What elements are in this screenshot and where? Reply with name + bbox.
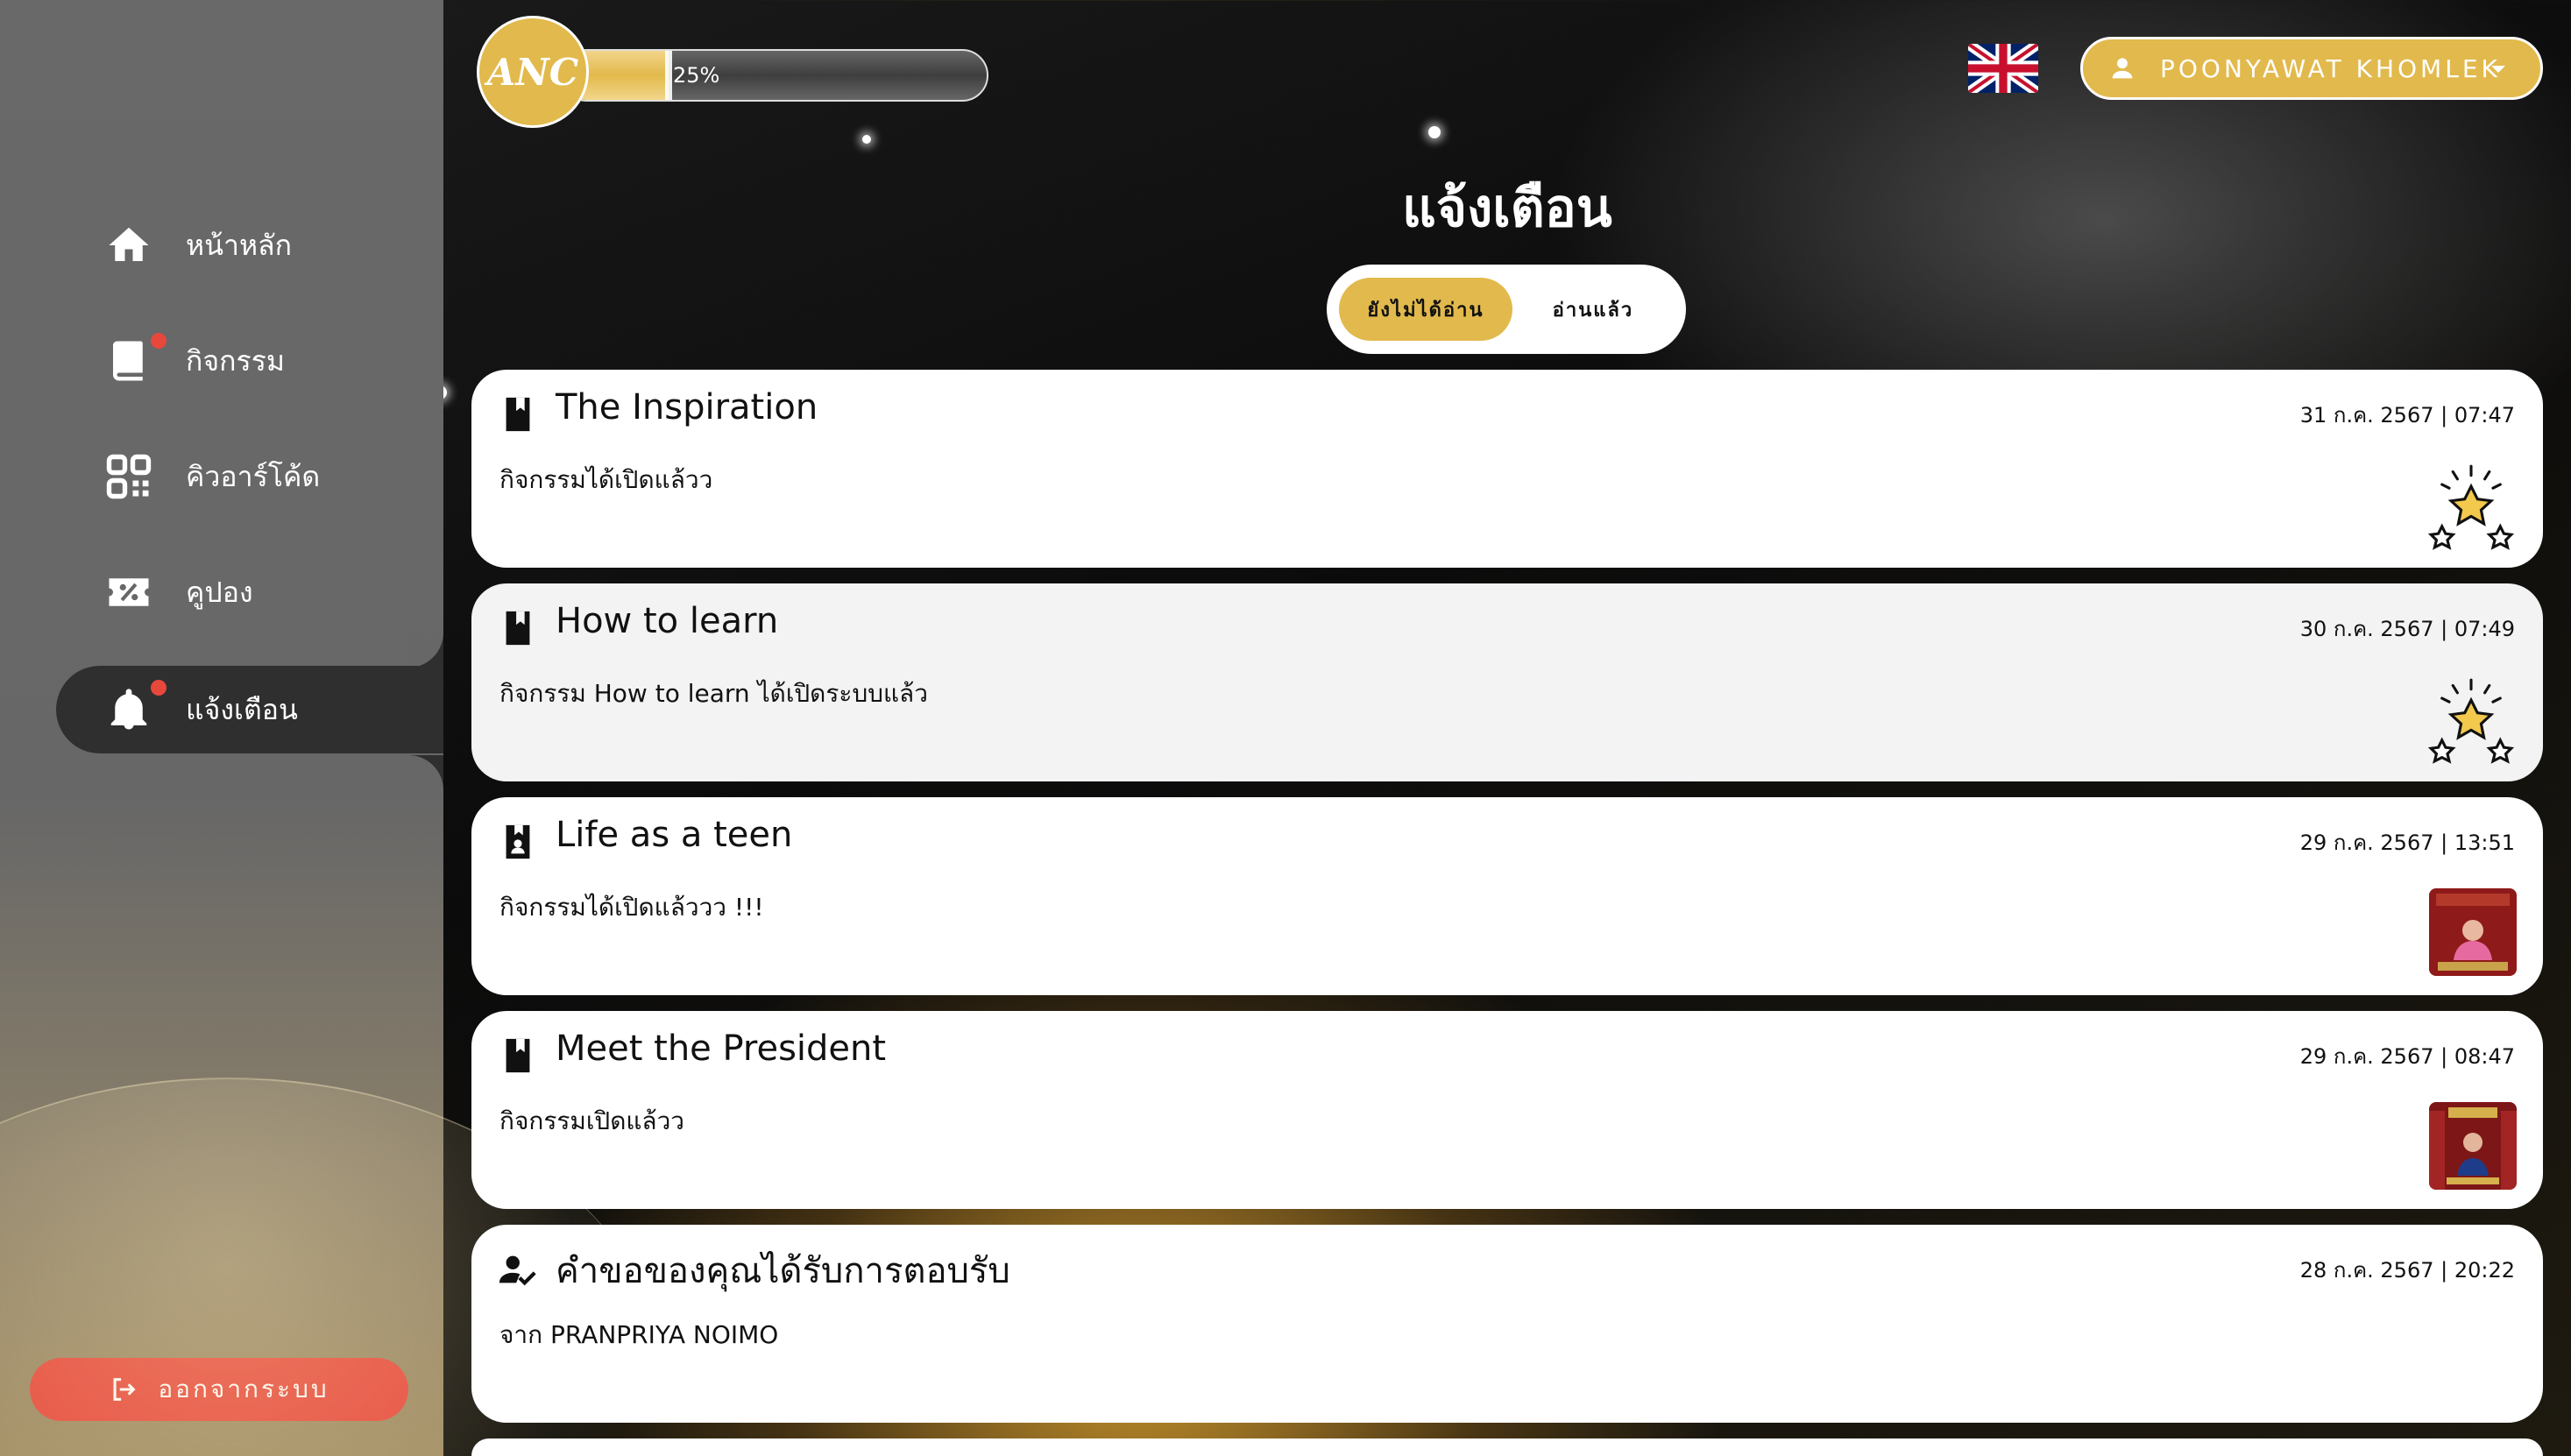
logout-label: ออกจากระบบ	[158, 1375, 329, 1403]
progress-label: 25%	[673, 63, 720, 88]
notification-card[interactable]: คำขอของคุณได้รับการตอบรับ 28 ก.ค. 2567 |…	[471, 1225, 2543, 1423]
page-title: แจ้งเตือน	[1402, 178, 1612, 239]
chevron-down-icon	[2491, 66, 2505, 73]
bookmark-icon	[506, 397, 530, 432]
notification-card[interactable]	[471, 1438, 2543, 1456]
sidebar-item-label: คิวอาร์โค้ด	[186, 459, 321, 493]
notification-date: 31 ก.ค. 2567 | 07:47	[2299, 403, 2515, 428]
contact-book-icon	[506, 824, 530, 859]
bookmark-icon	[506, 611, 530, 646]
coupon-icon	[109, 578, 149, 606]
app-logo[interactable]: ANC	[477, 16, 589, 128]
sparkle	[862, 135, 871, 144]
user-menu-button[interactable]: POONYAWAT KHOMLEK	[2080, 37, 2543, 100]
notification-message: จาก PRANPRIYA NOIMO	[499, 1320, 779, 1349]
notification-card[interactable]: The Inspiration 31 ก.ค. 2567 | 07:47 กิจ…	[471, 370, 2543, 568]
stars-icon	[2427, 678, 2515, 764]
event-photo	[2429, 888, 2517, 976]
notification-title: How to learn	[556, 601, 779, 641]
sidebar-item-qr-code[interactable]: คิวอาร์โค้ด	[0, 433, 443, 520]
notification-title: The Inspiration	[556, 387, 818, 428]
notification-card[interactable]: How to learn 30 ก.ค. 2567 | 07:49 กิจกรร…	[471, 583, 2543, 781]
sidebar-item-coupons[interactable]: คูปอง	[0, 548, 443, 636]
read-status-tabs: ยังไม่ได้อ่าน อ่านแล้ว	[1327, 265, 1686, 354]
sidebar-item-activities[interactable]: กิจกรรม	[0, 317, 443, 405]
notification-date: 30 ก.ค. 2567 | 07:49	[2299, 617, 2515, 641]
logout-button[interactable]: ออกจากระบบ	[30, 1358, 408, 1421]
active-nav-corner	[408, 755, 443, 790]
notification-badge	[151, 680, 166, 696]
notification-message: กิจกรรมได้เปิดแล้ววว !!!	[499, 893, 764, 922]
notification-card[interactable]: Meet the President 29 ก.ค. 2567 | 08:47 …	[471, 1011, 2543, 1209]
user-icon	[2112, 58, 2133, 79]
logo-text: ANC	[486, 50, 579, 94]
tab-read[interactable]: อ่านแล้ว	[1512, 278, 1674, 341]
progress-bar: 25%	[561, 49, 988, 102]
stars-icon	[2427, 464, 2515, 550]
qr-code-icon	[106, 454, 152, 499]
user-check-icon	[499, 1255, 536, 1286]
sidebar-item-label: แจ้งเตือน	[186, 692, 298, 726]
notification-card[interactable]: Life as a teen 29 ก.ค. 2567 | 13:51 กิจก…	[471, 797, 2543, 995]
active-nav-corner	[408, 633, 443, 668]
sidebar-item-label: คูปอง	[186, 575, 253, 609]
notification-date: 29 ก.ค. 2567 | 13:51	[2299, 830, 2515, 855]
notification-title: Life as a teen	[556, 815, 793, 855]
bookmark-icon	[506, 1038, 530, 1073]
notification-date: 29 ก.ค. 2567 | 08:47	[2299, 1044, 2515, 1069]
sidebar-item-notifications[interactable]: แจ้งเตือน	[56, 666, 443, 753]
event-photo	[2429, 1102, 2517, 1190]
bell-icon	[110, 689, 147, 730]
notification-title: Meet the President	[556, 1028, 887, 1069]
user-name: POONYAWAT KHOMLEK	[2160, 53, 2501, 83]
uk-flag-icon[interactable]	[1968, 44, 2038, 93]
notification-badge	[151, 333, 166, 349]
notification-title: คำขอของคุณได้รับการตอบรับ	[556, 1251, 1010, 1291]
tab-unread[interactable]: ยังไม่ได้อ่าน	[1339, 278, 1512, 341]
sparkle	[1428, 126, 1441, 138]
notification-date: 28 ก.ค. 2567 | 20:22	[2299, 1258, 2515, 1283]
notification-message: กิจกรรม How to learn ได้เปิดระบบแล้ว	[499, 679, 928, 708]
sidebar-item-label: กิจกรรม	[186, 343, 285, 378]
logout-icon	[113, 1378, 136, 1401]
book-icon	[113, 341, 143, 381]
notification-message: กิจกรรมได้เปิดแล้วว	[499, 465, 713, 494]
notification-message: กิจกรรมเปิดแล้วว	[499, 1106, 685, 1135]
